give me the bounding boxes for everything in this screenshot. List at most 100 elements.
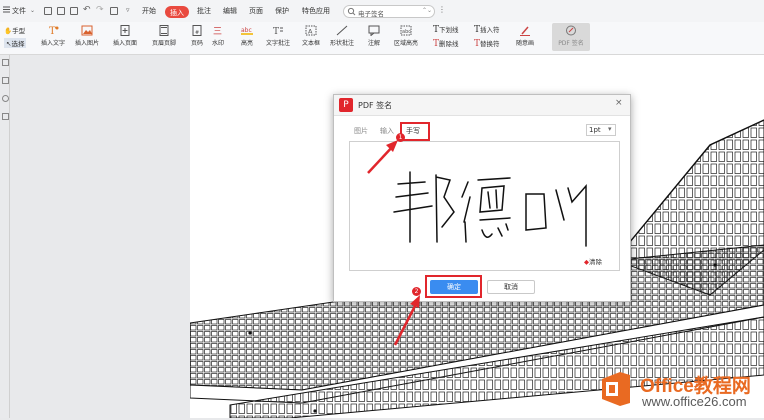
select-tool-label: 选择 [11,40,25,48]
search-input[interactable]: 电子签名 ⌃⌄ [343,5,435,18]
search-toggle-icon[interactable]: ⌃⌄ [422,7,432,14]
search-placeholder: 电子签名 [358,10,384,18]
insert-page-label: 插入页面 [113,40,138,47]
office-logo-icon [602,372,630,406]
svg-text:#: # [195,30,199,36]
tab-home[interactable]: 开始 [142,6,156,16]
area-highlight-button[interactable]: abc 区域高亮 [394,25,418,47]
insert-page-button[interactable]: 插入页面 [113,25,137,47]
pen-icon [520,26,530,36]
shape-comment-label: 形状批注 [330,40,355,47]
signature-seal-icon [566,25,576,36]
pdf-sign-button[interactable]: PDF 签名 [552,23,590,51]
text-comment-button[interactable]: T 文字批注 [266,25,290,47]
hand-tool-label: 手型 [12,27,26,35]
svg-text:abc: abc [402,29,411,35]
note-button[interactable]: 注解 [368,25,380,47]
attachment-icon[interactable] [2,113,9,120]
insert-mark-button[interactable]: T插入符 [474,24,500,35]
header-footer-icon [159,25,169,36]
more-icon[interactable]: ⋮ [438,5,446,14]
export-icon[interactable] [110,7,118,15]
file-menu[interactable]: 文件 [12,6,26,16]
insert-image-button[interactable]: 插入图片 [75,25,99,47]
open-folder-icon[interactable] [44,7,52,15]
chevron-down-icon: ▾ [608,125,612,133]
text-box-icon: A [305,25,317,36]
print-icon[interactable] [70,7,78,15]
bookmark-icon[interactable] [2,77,9,84]
annotation-arrow-1 [367,140,398,174]
replace-mark-button[interactable]: T替换符 [474,38,500,49]
close-icon[interactable]: × [615,98,623,108]
annotation-arrow-2 [393,295,420,346]
highlight-icon: abc [241,27,253,35]
insert-text-button[interactable]: T 插入文字 [41,25,65,47]
svg-text:A: A [308,28,313,36]
search-icon [347,6,356,19]
insert-text-label: 插入文字 [41,40,66,47]
insert-image-label: 插入图片 [75,40,100,47]
text-box-button[interactable]: A 文本框 [302,25,320,47]
underline-label: 下划线 [439,26,459,34]
page-number-button[interactable]: # 页码 [191,25,203,47]
svg-text:三: 三 [213,27,222,36]
strikethrough-label: 删除线 [439,40,459,48]
insert-mark-label: 插入符 [480,26,500,34]
redo-icon[interactable]: ↷ [96,5,104,15]
freehand-draw-button[interactable]: 随意画 [516,25,534,47]
page-number-icon: # [192,25,202,36]
svg-text:T: T [49,26,56,36]
tab-insert[interactable]: 插入 [165,6,189,18]
freehand-draw-label: 随意画 [516,40,535,47]
page-number-label: 页码 [191,40,204,47]
tab-protect[interactable]: 保护 [275,6,289,16]
tab-edit[interactable]: 编辑 [223,6,237,16]
tab-special[interactable]: 特色应用 [302,6,330,16]
annotation-box-confirm [425,275,482,298]
undo-icon[interactable]: ↶ [83,5,91,15]
pdf-signature-dialog: P PDF 签名 × 图片 输入 手写 1pt ▾ ◆清除 确定 取消 [333,94,631,302]
hand-tool[interactable]: ✋手型 [4,25,25,35]
watermark-button[interactable]: 三 水印 [212,25,224,47]
clear-button[interactable]: ◆清除 [584,256,602,266]
select-tool[interactable]: ↖选择 [4,38,27,48]
watermark-label: 水印 [212,40,225,47]
ribbon-toolbar: ✋手型 ↖选择 T 插入文字 插入图片 插入页面 页眉页脚 # 页码 三 水印 … [0,22,764,55]
hamburger-icon[interactable] [3,6,10,13]
watermark-url: www.office26.com [642,394,747,409]
watermark-icon: 三 [213,27,222,36]
pen-size-value: 1pt [589,126,601,134]
chevron-down-icon[interactable]: ⌄ [30,7,35,14]
underline-button[interactable]: T下划线 [433,24,459,35]
menu-bar: 文件 ⌄ ↶ ↷ ▿ 开始 插入 批注 编辑 页面 保护 特色应用 电子签名 ⌃… [0,0,764,23]
svg-text:T: T [273,27,279,36]
hand-icon: ✋ [4,27,13,35]
highlight-label: 高亮 [241,40,254,47]
shape-comment-button[interactable]: 形状批注 [330,25,354,47]
thumbnail-icon[interactable] [2,59,9,66]
comment-icon[interactable] [2,95,9,102]
strikethrough-button[interactable]: T删除线 [433,38,459,49]
replace-mark-label: 替换符 [480,40,500,48]
side-panel [0,55,10,418]
cancel-button[interactable]: 取消 [487,280,535,294]
dialog-title-bar: P PDF 签名 × [334,95,630,116]
area-highlight-icon: abc [400,25,412,36]
tab-insert-label: 插入 [170,9,184,17]
insert-text-icon: T [49,26,59,36]
tab-page[interactable]: 页面 [249,6,263,16]
note-icon [368,25,380,36]
pdf-sign-label: PDF 签名 [558,40,584,47]
header-footer-label: 页眉页脚 [152,40,177,47]
note-label: 注解 [368,40,381,47]
text-comment-label: 文字批注 [266,40,291,47]
highlight-button[interactable]: abc 高亮 [241,25,253,47]
customize-icon[interactable]: ▿ [126,6,130,14]
dialog-title: PDF 签名 [358,101,393,110]
pen-size-select[interactable]: 1pt ▾ [586,124,616,136]
tab-annotate[interactable]: 批注 [197,6,211,16]
header-footer-button[interactable]: 页眉页脚 [152,25,176,47]
save-icon[interactable] [57,7,65,15]
text-comment-icon: T [273,27,283,36]
